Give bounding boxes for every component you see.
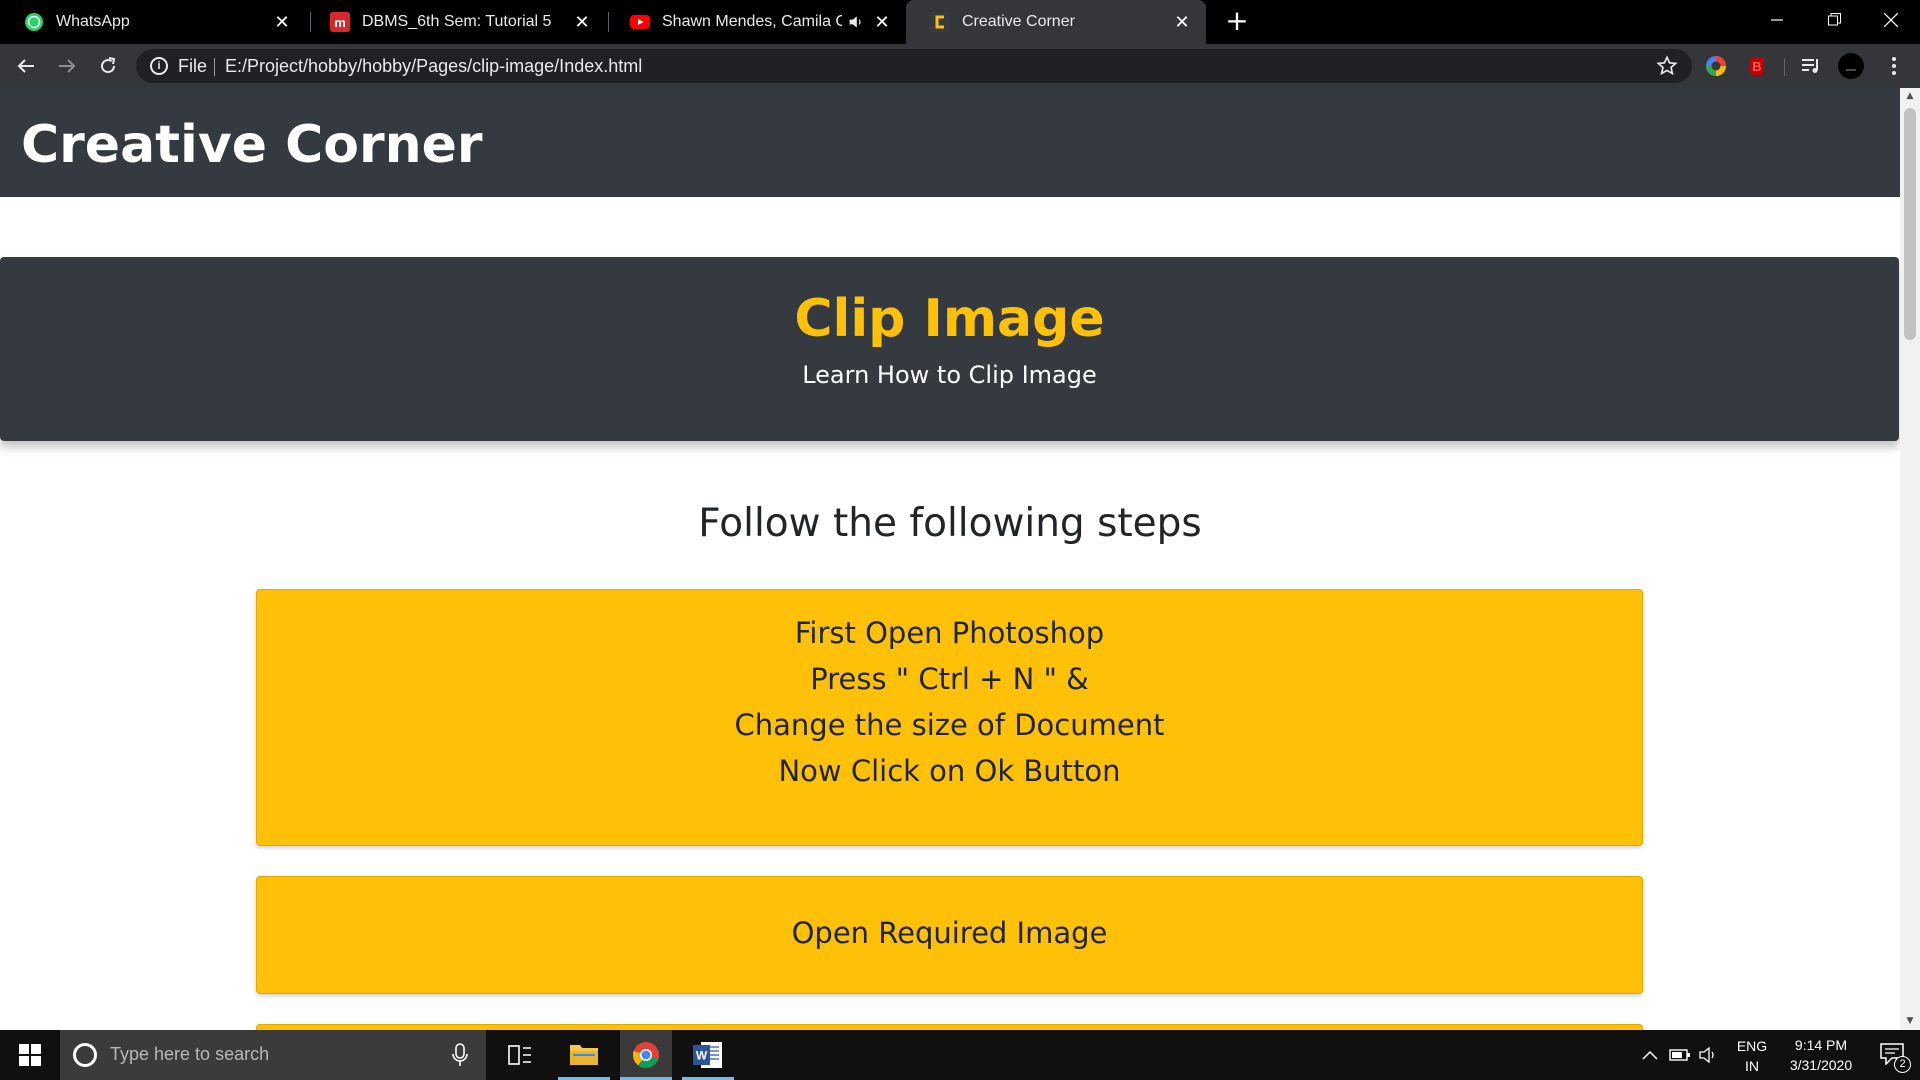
forward-button[interactable] [51, 50, 83, 82]
profile-avatar[interactable] [1838, 53, 1864, 79]
windows-logo-icon [19, 1044, 41, 1066]
scroll-down-arrow-icon[interactable]: ▼ [1900, 1013, 1920, 1030]
svg-text:B: B [1752, 59, 1761, 74]
tab-creative-corner[interactable]: Creative Corner ✕ [906, 0, 1206, 44]
media-control-icon[interactable] [1800, 55, 1822, 77]
task-view-button[interactable] [494, 1030, 546, 1080]
speaker-icon[interactable] [848, 14, 864, 30]
region-code: IN [1745, 1058, 1759, 1074]
forward-arrow-icon [59, 59, 76, 73]
whatsapp-icon [25, 13, 43, 31]
clock[interactable]: 9:14 PM 3/31/2020 [1774, 1035, 1868, 1075]
chrome-taskbar-button[interactable] [620, 1030, 672, 1080]
step-line: Press " Ctrl + N " & [810, 662, 1089, 696]
task-view-icon [508, 1045, 531, 1065]
hero-banner: Clip Image Learn How to Clip Image [0, 257, 1899, 441]
minimize-button[interactable] [1749, 0, 1805, 40]
close-window-button[interactable] [1863, 0, 1919, 40]
step-line: First Open Photoshop [794, 616, 1105, 650]
notification-count-badge: 2 [1894, 1056, 1911, 1073]
red-b-extension-icon[interactable]: B [1746, 55, 1768, 77]
minimize-icon [1771, 18, 1783, 21]
svg-text:W: W [696, 1049, 708, 1063]
language-indicator[interactable]: ENG IN [1734, 1036, 1770, 1076]
address-url[interactable]: E:/Project/hobby/hobby/Pages/clip-image/… [225, 56, 642, 77]
reload-icon [101, 57, 116, 74]
step-line: Now Click on Ok Button [778, 754, 1121, 788]
tab-close-button[interactable]: ✕ [872, 12, 892, 33]
svg-text:m: m [334, 15, 346, 30]
toolbar-divider [1784, 58, 1785, 76]
site-header: Creative Corner [0, 88, 1900, 197]
tab-whatsapp[interactable]: WhatsApp ✕ [0, 0, 306, 44]
windows-taskbar: Type here to search W ENG IN 9:14 PM 3/3… [0, 1030, 1920, 1080]
tab-youtube[interactable]: Shawn Mendes, Camila Cabe ✕ [606, 0, 906, 44]
word-taskbar-button[interactable]: W [682, 1030, 734, 1080]
tab-close-button[interactable]: ✕ [272, 12, 292, 33]
address-scheme-label: File [178, 56, 208, 76]
hero-subtitle: Learn How to Clip Image [802, 361, 1097, 389]
chrome-icon [632, 1042, 659, 1068]
microphone-icon[interactable] [450, 1043, 470, 1067]
tab-title: WhatsApp [56, 13, 130, 30]
scrollbar-thumb[interactable] [1904, 108, 1916, 340]
address-divider [214, 58, 215, 76]
back-arrow-icon [17, 59, 34, 73]
volume-icon[interactable] [1699, 1047, 1719, 1063]
hero-title: Clip Image [794, 289, 1105, 349]
youtube-icon [630, 15, 650, 29]
search-placeholder: Type here to search [110, 1044, 270, 1064]
steps-heading: Follow the following steps [698, 501, 1202, 546]
tab-title: Shawn Mendes, Camila Cabe [662, 13, 842, 30]
vertical-scrollbar[interactable]: ▲ ▼ [1900, 88, 1920, 1030]
tab-title: Creative Corner [962, 13, 1075, 30]
new-tab-button[interactable]: + [1222, 6, 1252, 36]
browser-toolbar: i File E:/Project/hobby/hobby/Pages/clip… [0, 44, 1920, 88]
start-button[interactable] [0, 1030, 58, 1080]
tab-dbms[interactable]: m DBMS_6th Sem: Tutorial 5 ✕ [306, 0, 606, 44]
reload-button[interactable] [92, 50, 124, 82]
battery-icon[interactable] [1669, 1048, 1691, 1062]
tab-close-button[interactable]: ✕ [1172, 12, 1192, 33]
clock-time: 9:14 PM [1794, 1037, 1848, 1053]
show-hidden-icons-chevron-icon[interactable] [1642, 1050, 1658, 1060]
step-line: Change the size of Document [734, 708, 1165, 742]
creative-corner-icon [930, 12, 950, 32]
clock-date: 3/31/2020 [1789, 1057, 1853, 1073]
file-explorer-taskbar-button[interactable] [558, 1030, 610, 1080]
moodle-icon: m [330, 12, 350, 32]
kebab-menu-icon[interactable] [1883, 55, 1905, 77]
action-center-button[interactable]: 2 [1868, 1030, 1920, 1080]
restore-button[interactable] [1806, 0, 1862, 40]
colorful-extension-icon[interactable] [1705, 55, 1727, 77]
browser-tab-strip: WhatsApp ✕ m DBMS_6th Sem: Tutorial 5 ✕ … [0, 0, 1920, 44]
step-card: First Open Photoshop Press " Ctrl + N " … [256, 589, 1643, 846]
address-bar[interactable]: i File E:/Project/hobby/hobby/Pages/clip… [136, 49, 1692, 83]
tab-close-button[interactable]: ✕ [572, 12, 592, 33]
folder-icon [570, 1045, 598, 1065]
site-title[interactable]: Creative Corner [21, 115, 483, 175]
cortana-icon [73, 1043, 97, 1067]
step-card: Open Required Image [256, 876, 1643, 994]
info-icon[interactable]: i [150, 57, 168, 75]
tab-title: DBMS_6th Sem: Tutorial 5 [362, 13, 552, 30]
close-icon [1883, 12, 1899, 27]
language-code: ENG [1736, 1038, 1768, 1054]
scroll-up-arrow-icon[interactable]: ▲ [1900, 88, 1920, 105]
step-line: Open Required Image [791, 916, 1108, 950]
page-viewport: Creative Corner Clip Image Learn How to … [0, 88, 1900, 1030]
back-button[interactable] [10, 50, 42, 82]
taskbar-search-box[interactable]: Type here to search [60, 1030, 486, 1080]
word-icon: W [693, 1042, 722, 1068]
restore-icon [1827, 13, 1841, 26]
bookmark-star-icon[interactable] [1656, 55, 1678, 77]
